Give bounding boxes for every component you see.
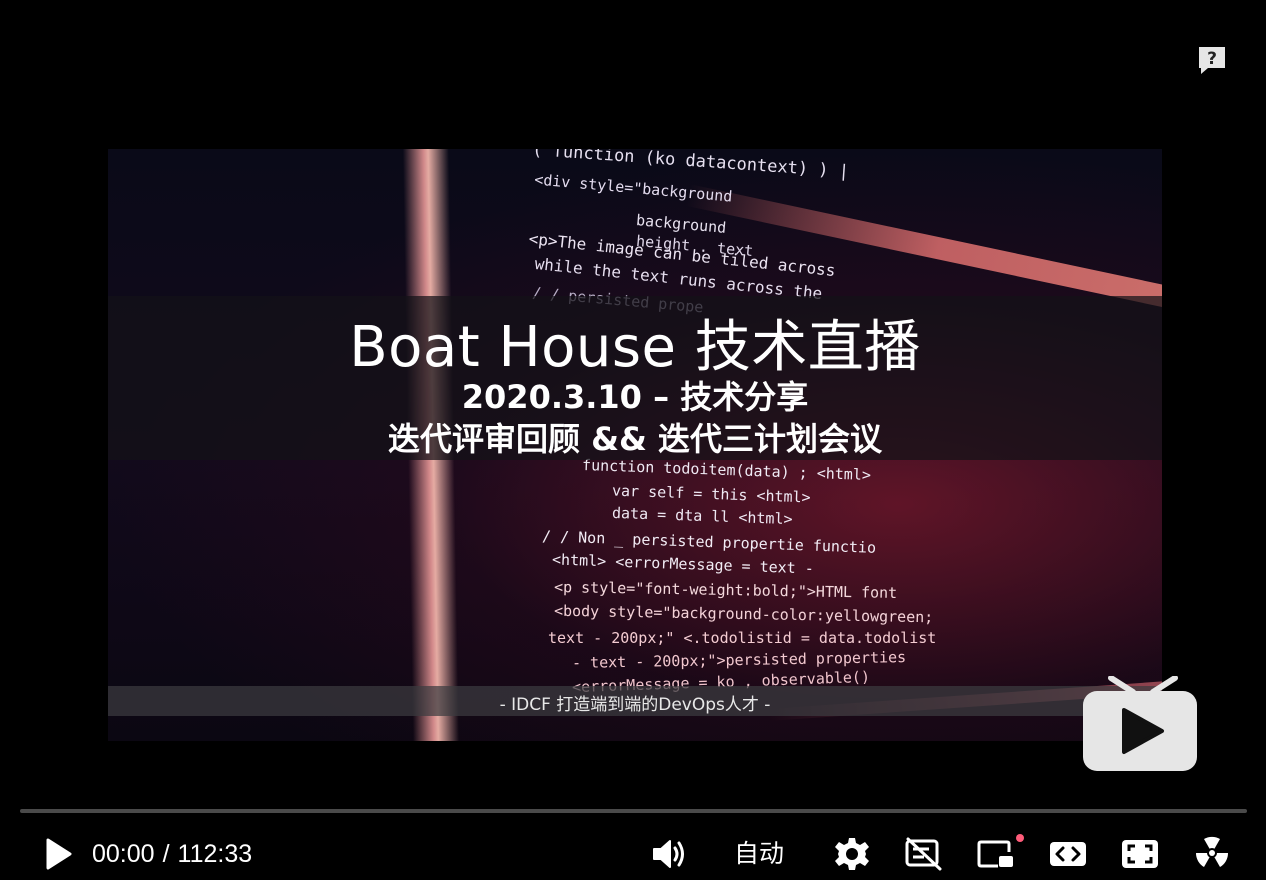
- fullscreen-button[interactable]: [1120, 835, 1160, 873]
- video-subtitle-topic: 迭代评审回顾 && 迭代三计划会议: [387, 420, 883, 458]
- widescreen-button[interactable]: [1048, 835, 1088, 873]
- help-question-icon: ?: [1199, 47, 1225, 74]
- volume-button[interactable]: [651, 836, 687, 872]
- radiation-icon: [1195, 836, 1229, 867]
- volume-icon: [653, 840, 684, 868]
- duration: 112:33: [177, 840, 253, 868]
- big-play-button[interactable]: [1081, 675, 1199, 776]
- quality-selector[interactable]: 自动: [734, 836, 784, 872]
- code-line: <p style="font-weight:bold;">HTML font: [553, 578, 898, 602]
- gear-icon: [835, 838, 869, 870]
- fullscreen-icon: [1122, 840, 1158, 868]
- video-player[interactable]: ? ( function (ko datacontext) ) | <div s…: [0, 0, 1266, 880]
- danmaku-toggle-button[interactable]: [904, 835, 944, 873]
- current-time: 00:00: [92, 840, 155, 868]
- play-icon: [46, 838, 72, 870]
- video-title: Boat House 技术直播: [349, 315, 921, 380]
- notification-dot: [1016, 834, 1024, 842]
- time-separator: /: [162, 840, 170, 868]
- video-subtitle-date: 2020.3.10 – 技术分享: [461, 378, 809, 416]
- code-line: function todoitem(data) ; <html>: [581, 455, 872, 485]
- footer-caption: - IDCF 打造端到端的DevOps人才 -: [499, 695, 771, 715]
- picture-in-picture-icon: [977, 840, 1013, 868]
- code-line: var self = this <html>: [611, 481, 811, 507]
- code-line: <div style="background: [533, 170, 734, 206]
- widescreen-icon: [1050, 842, 1086, 866]
- code-line: data = dta ll <html>: [611, 503, 793, 529]
- code-line: <body style="background-color:yellowgree…: [553, 601, 934, 627]
- radiation-button[interactable]: [1192, 833, 1232, 873]
- svg-text:?: ?: [1207, 49, 1217, 69]
- help-button[interactable]: ?: [1196, 44, 1228, 76]
- progress-bar[interactable]: [20, 809, 1247, 813]
- code-line: <html> <errorMessage = text -: [551, 550, 815, 578]
- code-line: text - 200px;" <.todolistid = data.todol…: [548, 629, 937, 647]
- pip-button[interactable]: [976, 835, 1016, 873]
- time-display: 00:00/112:33: [92, 838, 252, 870]
- danmaku-off-icon: [905, 837, 942, 871]
- bilibili-tv-play-icon: [1083, 675, 1197, 771]
- settings-button[interactable]: [833, 835, 871, 873]
- play-button[interactable]: [40, 836, 76, 872]
